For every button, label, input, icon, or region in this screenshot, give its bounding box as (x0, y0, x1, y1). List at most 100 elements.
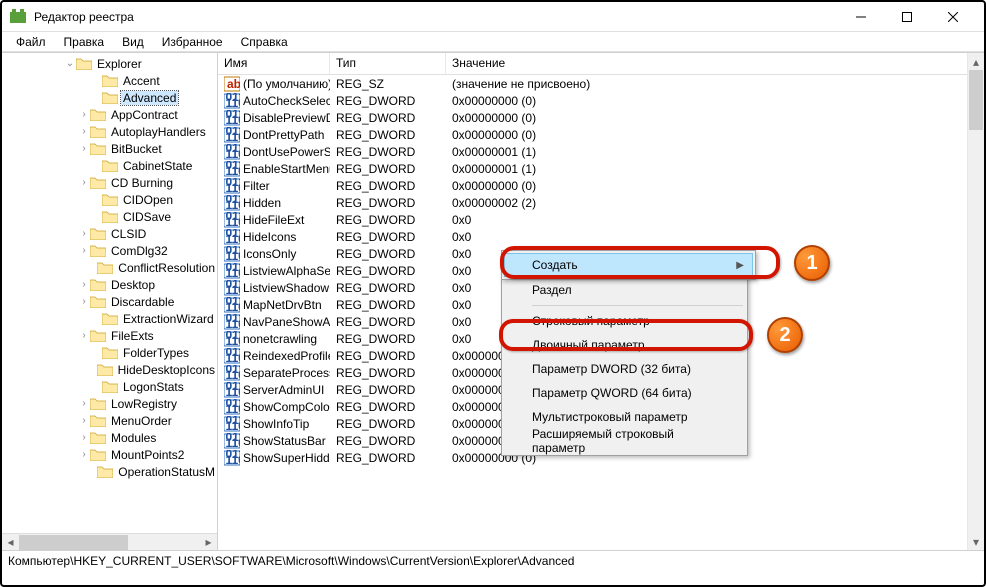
list-row[interactable]: (По умолчанию)REG_SZ(значение не присвое… (218, 75, 984, 92)
value-type: REG_DWORD (330, 417, 446, 431)
list-row[interactable]: DontPrettyPathREG_DWORD0x00000000 (0) (218, 126, 984, 143)
tree-item[interactable]: CabinetState (2, 157, 217, 174)
submenu-item[interactable]: Раздел (504, 278, 745, 302)
menu-справка[interactable]: Справка (233, 33, 296, 51)
list-row[interactable]: FilterREG_DWORD0x00000000 (0) (218, 177, 984, 194)
tree-item[interactable]: ConflictResolution (2, 259, 217, 276)
tree-item-label: Accent (121, 74, 162, 88)
expander-closed-icon[interactable]: › (78, 177, 90, 188)
submenu-item[interactable]: Параметр DWORD (32 бита) (504, 357, 745, 381)
list-row[interactable]: HideIconsREG_DWORD0x0 (218, 228, 984, 245)
tree-item[interactable]: HideDesktopIcons (2, 361, 217, 378)
value-data: 0x00000000 (0) (446, 94, 984, 108)
tree-item[interactable]: ›AutoplayHandlers (2, 123, 217, 140)
reg-binary-icon (224, 399, 240, 415)
value-data: 0x0 (446, 213, 984, 227)
value-type: REG_DWORD (330, 349, 446, 363)
expander-closed-icon[interactable]: › (78, 143, 90, 154)
list-row[interactable]: HiddenREG_DWORD0x00000002 (2) (218, 194, 984, 211)
tree-item[interactable]: ExtractionWizard (2, 310, 217, 327)
value-name: ShowCompColor (243, 400, 330, 414)
menu-файл[interactable]: Файл (8, 33, 54, 51)
expander-closed-icon[interactable]: › (78, 432, 90, 443)
tree-item[interactable]: › CD Burning (2, 174, 217, 191)
scroll-up-icon[interactable]: ▴ (968, 53, 984, 70)
folder-icon (90, 227, 106, 240)
list-row[interactable]: DisablePreviewD...REG_DWORD0x00000000 (0… (218, 109, 984, 126)
tree-item[interactable]: Accent (2, 72, 217, 89)
reg-binary-icon (224, 314, 240, 330)
minimize-button[interactable] (838, 2, 884, 32)
tree-item[interactable]: ›LowRegistry (2, 395, 217, 412)
column-header-type[interactable]: Тип (330, 53, 446, 74)
tree-item[interactable]: › Modules (2, 429, 217, 446)
tree-item[interactable]: ›FileExts (2, 327, 217, 344)
tree-item-label: Modules (109, 431, 158, 445)
scroll-left-icon[interactable]: ◂ (2, 534, 19, 551)
folder-icon (97, 363, 113, 376)
expander-closed-icon[interactable]: › (78, 398, 90, 409)
tree-item[interactable]: ›MenuOrder (2, 412, 217, 429)
tree-item[interactable]: ›CLSID (2, 225, 217, 242)
expander-closed-icon[interactable]: › (78, 109, 90, 120)
list-row[interactable]: DontUsePowerS...REG_DWORD0x00000001 (1) (218, 143, 984, 160)
expander-closed-icon[interactable]: › (78, 296, 90, 307)
tree-item[interactable]: OperationStatusM (2, 463, 217, 480)
tree-item[interactable]: ›MountPoints2 (2, 446, 217, 463)
value-type: REG_DWORD (330, 196, 446, 210)
tree-item[interactable]: FolderTypes (2, 344, 217, 361)
expander-closed-icon[interactable]: › (78, 449, 90, 460)
tree-item[interactable]: CIDSave (2, 208, 217, 225)
submenu-item[interactable]: Двоичный параметр (504, 333, 745, 357)
reg-string-icon (224, 76, 240, 92)
tree-item[interactable]: LogonStats (2, 378, 217, 395)
folder-icon (90, 278, 106, 291)
expander-closed-icon[interactable]: › (78, 330, 90, 341)
expander-closed-icon[interactable]: › (78, 228, 90, 239)
value-name: Filter (243, 179, 270, 193)
tree-item[interactable]: CIDOpen (2, 191, 217, 208)
column-header-name[interactable]: Имя (218, 53, 330, 74)
value-name: DontPrettyPath (243, 128, 324, 142)
value-name: HideFileExt (243, 213, 304, 227)
expander-closed-icon[interactable]: › (78, 279, 90, 290)
submenu-item[interactable]: Параметр QWORD (64 бита) (504, 381, 745, 405)
menu-правка[interactable]: Правка (56, 33, 113, 51)
value-type: REG_DWORD (330, 298, 446, 312)
maximize-button[interactable] (884, 2, 930, 32)
context-menu-item-create[interactable]: Создать ▶ (504, 253, 753, 277)
tree-item-label: ComDlg32 (109, 244, 170, 258)
tree-item[interactable]: ⌄Explorer (2, 55, 217, 72)
vertical-scrollbar[interactable]: ▴ ▾ (967, 53, 984, 550)
expander-closed-icon[interactable]: › (78, 245, 90, 256)
tree-item[interactable]: ›Discardable (2, 293, 217, 310)
list-row[interactable]: EnableStartMenuREG_DWORD0x00000001 (1) (218, 160, 984, 177)
expander-closed-icon[interactable]: › (78, 415, 90, 426)
list-row[interactable]: AutoCheckSelectREG_DWORD0x00000000 (0) (218, 92, 984, 109)
tree-item[interactable]: ›BitBucket (2, 140, 217, 157)
reg-binary-icon (224, 127, 240, 143)
submenu-item[interactable]: Строковый параметр (504, 309, 745, 333)
close-button[interactable] (930, 2, 976, 32)
tree-pane: ⌄Explorer AccentAdvanced›AppContract›Auto… (2, 52, 218, 550)
list-row[interactable]: HideFileExtREG_DWORD0x0 (218, 211, 984, 228)
tree-item[interactable]: › ComDlg32 (2, 242, 217, 259)
scrollbar-thumb[interactable] (969, 70, 983, 130)
tree-item[interactable]: ›Desktop (2, 276, 217, 293)
scroll-down-icon[interactable]: ▾ (968, 533, 984, 550)
folder-icon (90, 176, 106, 189)
menu-избранное[interactable]: Избранное (154, 33, 231, 51)
tree-item[interactable]: Advanced (2, 89, 217, 106)
column-header-value[interactable]: Значение (446, 53, 984, 74)
submenu-item[interactable]: Мультистроковый параметр (504, 405, 745, 429)
tree-item[interactable]: ›AppContract (2, 106, 217, 123)
tree-item-label: CD Burning (109, 176, 175, 190)
menu-вид[interactable]: Вид (114, 33, 152, 51)
horizontal-scrollbar[interactable]: ◂ ▸ (2, 533, 217, 550)
submenu-item[interactable]: Расширяемый строковый параметр (504, 429, 745, 453)
scrollbar-thumb[interactable] (19, 535, 128, 550)
scroll-right-icon[interactable]: ▸ (200, 534, 217, 551)
expander-closed-icon[interactable]: › (78, 126, 90, 137)
expander-open-icon[interactable]: ⌄ (64, 58, 76, 69)
value-data: 0x00000001 (1) (446, 162, 984, 176)
